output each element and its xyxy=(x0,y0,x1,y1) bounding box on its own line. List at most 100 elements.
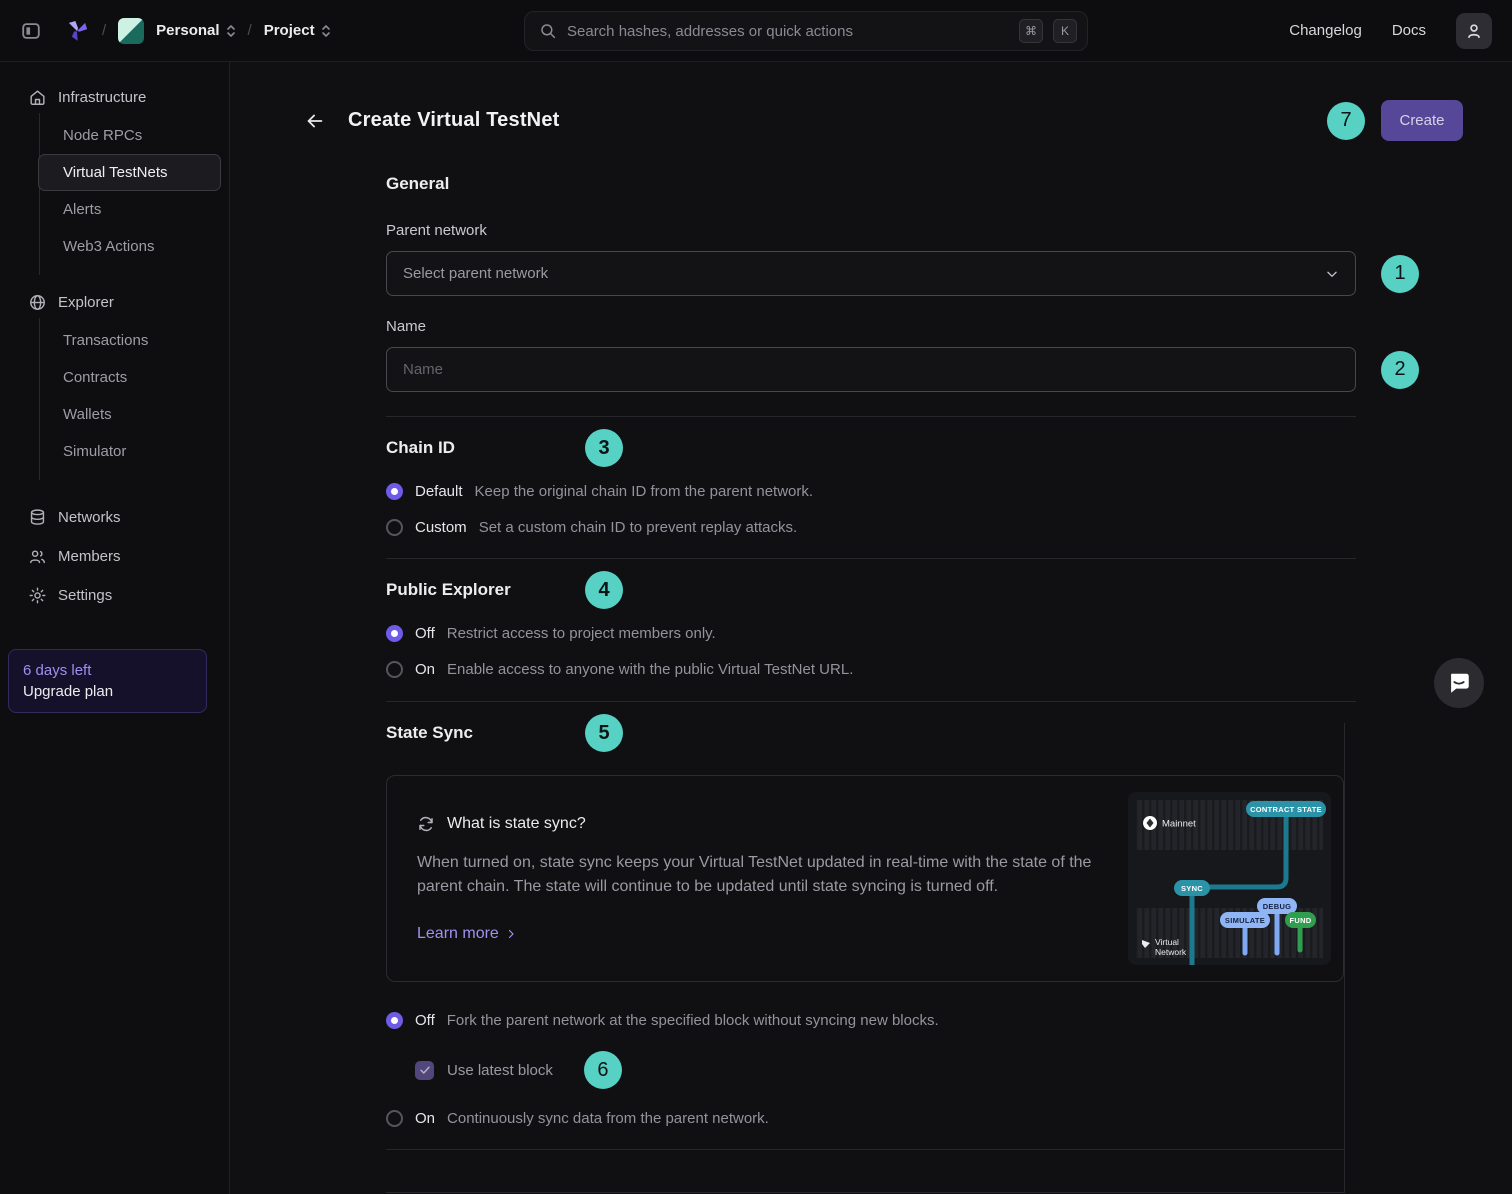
breadcrumb-project-label: Project xyxy=(264,22,315,39)
search-input[interactable]: Search hashes, addresses or quick action… xyxy=(524,11,1088,51)
sidebar-link-label: Members xyxy=(58,548,121,565)
public-explorer-heading: Public Explorer 4 xyxy=(386,580,1356,600)
name-label: Name xyxy=(386,318,1356,335)
sidebar-item-node-rpcs[interactable]: Node RPCs xyxy=(50,117,221,154)
state-sync-option-off[interactable]: Off Fork the parent network at the speci… xyxy=(386,1012,1344,1029)
public-explorer-option-on[interactable]: On Enable access to anyone with the publ… xyxy=(386,661,1356,678)
sidebar-item-networks[interactable]: Networks xyxy=(28,498,221,537)
sidebar-item-alerts[interactable]: Alerts xyxy=(50,191,221,228)
sidebar-item-contracts[interactable]: Contracts xyxy=(50,359,221,396)
home-icon xyxy=(28,88,47,107)
state-sync-heading: State Sync 5 xyxy=(386,723,1344,743)
annotation-badge-6: 6 xyxy=(584,1051,622,1089)
svg-text:Mainnet: Mainnet xyxy=(1162,819,1196,830)
radio-explorer-on[interactable] xyxy=(386,661,403,678)
state-sync-info-card: What is state sync? When turned on, stat… xyxy=(386,775,1344,982)
annotation-badge-5: 5 xyxy=(585,714,623,752)
public-explorer-option-off[interactable]: Off Restrict access to project members o… xyxy=(386,625,1356,642)
use-latest-block-row[interactable]: Use latest block 6 xyxy=(415,1051,1344,1089)
cmd-key-badge: ⌘ xyxy=(1019,19,1043,43)
changelog-link[interactable]: Changelog xyxy=(1289,22,1362,39)
sidebar-group-explorer[interactable]: Explorer xyxy=(28,293,221,312)
chevron-down-icon xyxy=(1325,267,1339,281)
panel-toggle-icon xyxy=(20,20,42,42)
create-button[interactable]: Create xyxy=(1381,100,1463,141)
search-placeholder: Search hashes, addresses or quick action… xyxy=(567,23,1009,40)
use-latest-block-checkbox[interactable] xyxy=(415,1061,434,1080)
breadcrumb-separator: / xyxy=(102,22,106,39)
annotation-badge-1: 1 xyxy=(1381,255,1419,293)
topbar: / Personal / Project Search h xyxy=(0,0,1512,62)
sidebar-item-transactions[interactable]: Transactions xyxy=(50,322,221,359)
person-icon xyxy=(1464,21,1484,41)
trial-days-left: 6 days left xyxy=(23,662,192,679)
sidebar: Infrastructure Node RPCs Virtual TestNet… xyxy=(0,62,230,1194)
annotation-badge-4: 4 xyxy=(585,571,623,609)
main-content: Create Virtual TestNet 7 Create General … xyxy=(230,62,1512,1194)
chain-id-option-custom[interactable]: Custom Set a custom chain ID to prevent … xyxy=(386,519,1356,536)
chat-bubble-icon xyxy=(1446,670,1472,696)
docs-link[interactable]: Docs xyxy=(1392,22,1426,39)
upgrade-plan-banner[interactable]: 6 days left Upgrade plan xyxy=(8,649,207,713)
breadcrumb-project-switcher[interactable]: Project xyxy=(264,22,331,39)
back-button[interactable] xyxy=(304,110,326,132)
database-icon xyxy=(28,508,47,527)
radio-explorer-off[interactable] xyxy=(386,625,403,642)
sidebar-item-web3-actions[interactable]: Web3 Actions xyxy=(50,228,221,265)
parent-network-placeholder: Select parent network xyxy=(403,265,1325,282)
sidebar-link-label: Settings xyxy=(58,587,112,604)
svg-text:FUND: FUND xyxy=(1289,916,1311,925)
parent-network-label: Parent network xyxy=(386,222,1356,239)
use-latest-block-label: Use latest block xyxy=(447,1062,553,1079)
parent-network-select[interactable]: Select parent network xyxy=(386,251,1356,296)
project-avatar xyxy=(118,18,144,44)
radio-custom[interactable] xyxy=(386,519,403,536)
general-heading: General xyxy=(386,174,1356,194)
upgrade-plan-label: Upgrade plan xyxy=(23,683,192,700)
user-avatar-button[interactable] xyxy=(1456,13,1492,49)
chevron-right-icon xyxy=(505,928,517,940)
svg-text:CONTRACT STATE: CONTRACT STATE xyxy=(1250,805,1322,814)
sidebar-item-virtual-testnets[interactable]: Virtual TestNets xyxy=(38,154,221,191)
radio-sync-off[interactable] xyxy=(386,1012,403,1029)
globe-icon xyxy=(28,293,47,312)
sort-chevrons-icon xyxy=(226,23,236,39)
sort-chevrons-icon xyxy=(321,23,331,39)
state-sync-illustration: Mainnet CONTRACT STATE SYNC SIMULATE DEB… xyxy=(1128,792,1331,965)
info-card-title: What is state sync? xyxy=(447,815,586,833)
sidebar-group-infrastructure[interactable]: Infrastructure xyxy=(28,88,221,107)
chain-id-heading: Chain ID 3 xyxy=(386,438,1356,458)
gear-icon xyxy=(28,586,47,605)
sidebar-item-simulator[interactable]: Simulator xyxy=(50,433,221,470)
sidebar-item-settings[interactable]: Settings xyxy=(28,576,221,615)
page-title: Create Virtual TestNet xyxy=(348,109,560,132)
chat-widget-button[interactable] xyxy=(1434,658,1484,708)
tenderly-logo[interactable] xyxy=(64,18,90,44)
annotation-badge-7: 7 xyxy=(1327,102,1365,140)
refresh-icon xyxy=(417,815,435,833)
svg-text:SIMULATE: SIMULATE xyxy=(1225,916,1265,925)
arrow-left-icon xyxy=(304,110,326,132)
state-sync-option-on[interactable]: On Continuously sync data from the paren… xyxy=(386,1110,1344,1127)
sidebar-item-members[interactable]: Members xyxy=(28,537,221,576)
chain-id-option-default[interactable]: Default Keep the original chain ID from … xyxy=(386,483,1356,500)
svg-text:SYNC: SYNC xyxy=(1181,884,1203,893)
sidebar-group-label: Explorer xyxy=(58,294,114,311)
breadcrumb-org-label: Personal xyxy=(156,22,219,39)
learn-more-link[interactable]: Learn more xyxy=(417,925,517,943)
annotation-badge-2: 2 xyxy=(1381,351,1419,389)
members-icon xyxy=(28,547,47,566)
svg-text:Virtual: Virtual xyxy=(1155,937,1179,947)
sidebar-item-wallets[interactable]: Wallets xyxy=(50,396,221,433)
sidebar-toggle-button[interactable] xyxy=(20,20,42,42)
breadcrumb-org-switcher[interactable]: Personal xyxy=(156,22,235,39)
radio-sync-on[interactable] xyxy=(386,1110,403,1127)
info-card-body: When turned on, state sync keeps your Vi… xyxy=(417,851,1092,899)
breadcrumb-separator: / xyxy=(248,22,252,39)
svg-text:DEBUG: DEBUG xyxy=(1263,902,1292,911)
annotation-badge-3: 3 xyxy=(585,429,623,467)
name-input[interactable] xyxy=(386,347,1356,392)
sidebar-group-label: Infrastructure xyxy=(58,89,146,106)
radio-default[interactable] xyxy=(386,483,403,500)
search-icon xyxy=(539,22,557,40)
